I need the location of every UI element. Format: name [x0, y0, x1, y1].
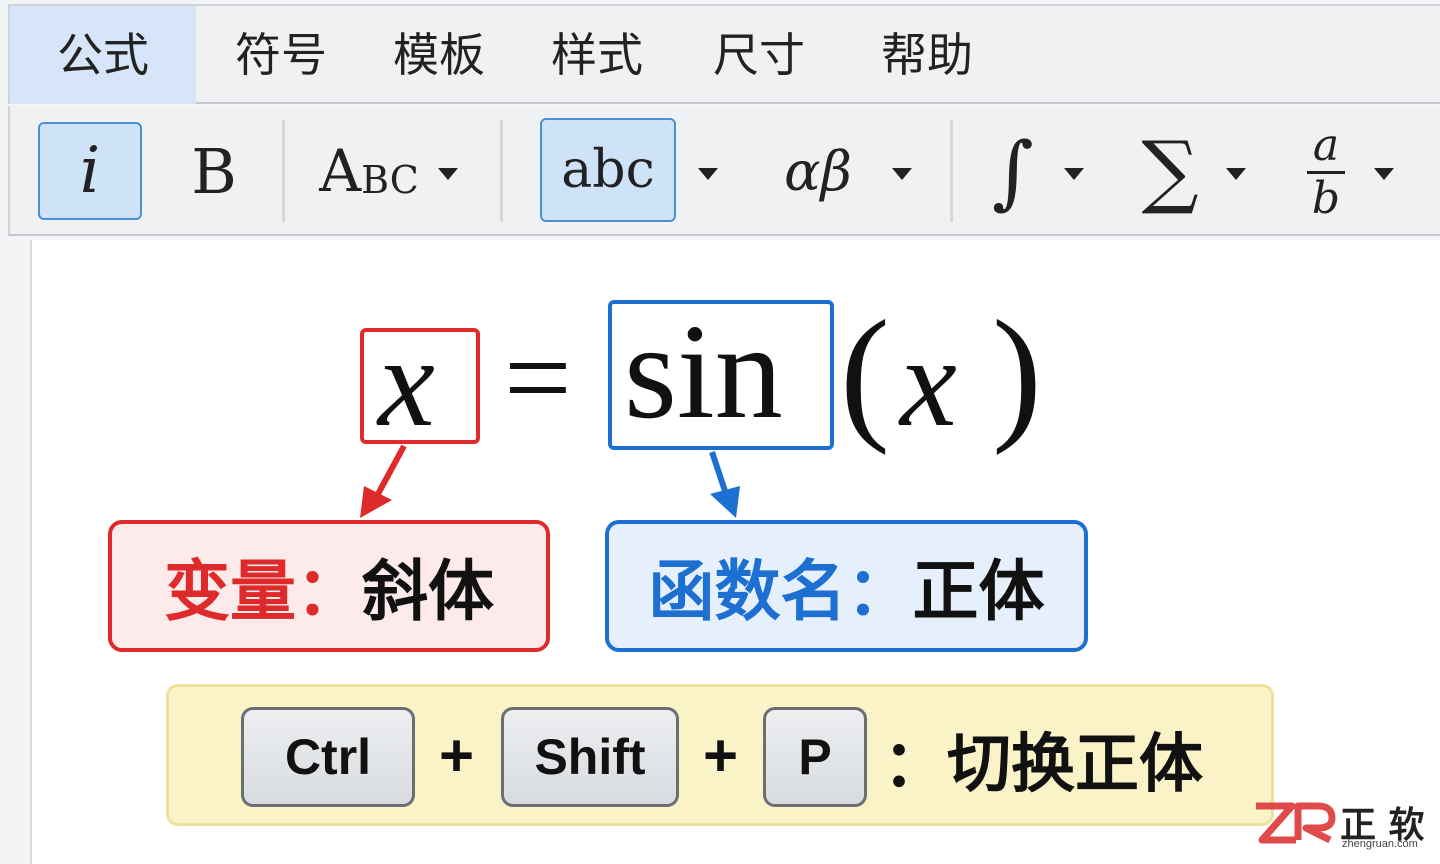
key-ctrl: Ctrl	[241, 707, 415, 807]
function-label-prefix: 函数名：	[648, 553, 913, 630]
function-label-style: 正体	[912, 553, 1045, 630]
red-arrow-icon	[360, 444, 407, 518]
key-p: P	[763, 707, 867, 807]
variable-label-style: 斜体	[362, 553, 494, 630]
plus-sign: +	[703, 722, 739, 789]
watermark-domain: zhengruan.com	[1342, 838, 1418, 850]
variable-label: 变量： 斜体	[108, 520, 550, 652]
shortcut-hint: Ctrl + Shift + P ：切换正体	[166, 684, 1274, 826]
shortcut-description: ：切换正体	[883, 728, 1203, 802]
plus-sign: +	[439, 722, 475, 789]
blue-arrow-icon	[709, 451, 740, 518]
key-shift: Shift	[501, 707, 679, 807]
function-label: 函数名： 正体	[605, 520, 1088, 652]
zr-logo-icon	[1256, 802, 1336, 844]
variable-label-prefix: 变量：	[164, 553, 362, 630]
